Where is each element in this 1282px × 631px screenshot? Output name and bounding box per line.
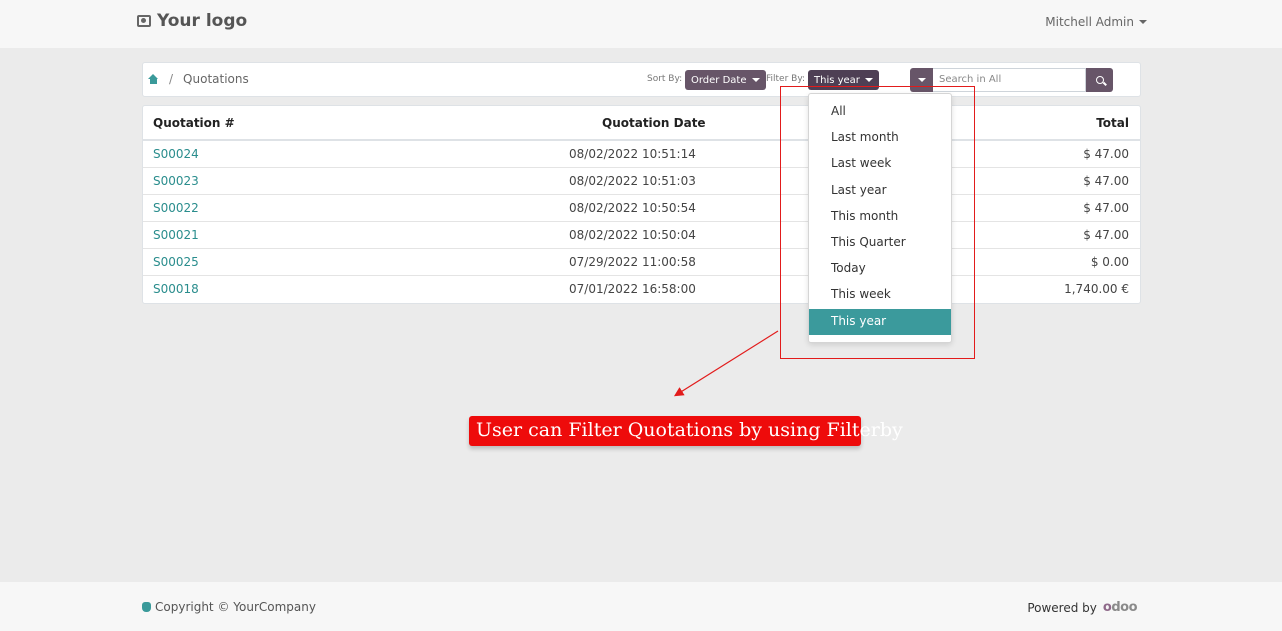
copyright-text: Copyright © YourCompany	[155, 600, 316, 614]
annotation-callout: User can Filter Quotations by using Filt…	[469, 416, 903, 446]
page-footer: Copyright © YourCompany Powered by odoo	[0, 582, 1282, 631]
odoo-logo: odoo	[1102, 600, 1138, 615]
copyright: Copyright © YourCompany	[142, 600, 316, 614]
powered-by-text: Powered by	[1027, 600, 1097, 615]
bug-icon	[142, 602, 151, 612]
annotation-arrow	[673, 330, 779, 397]
powered-by[interactable]: Powered by odoo	[1027, 600, 1137, 615]
